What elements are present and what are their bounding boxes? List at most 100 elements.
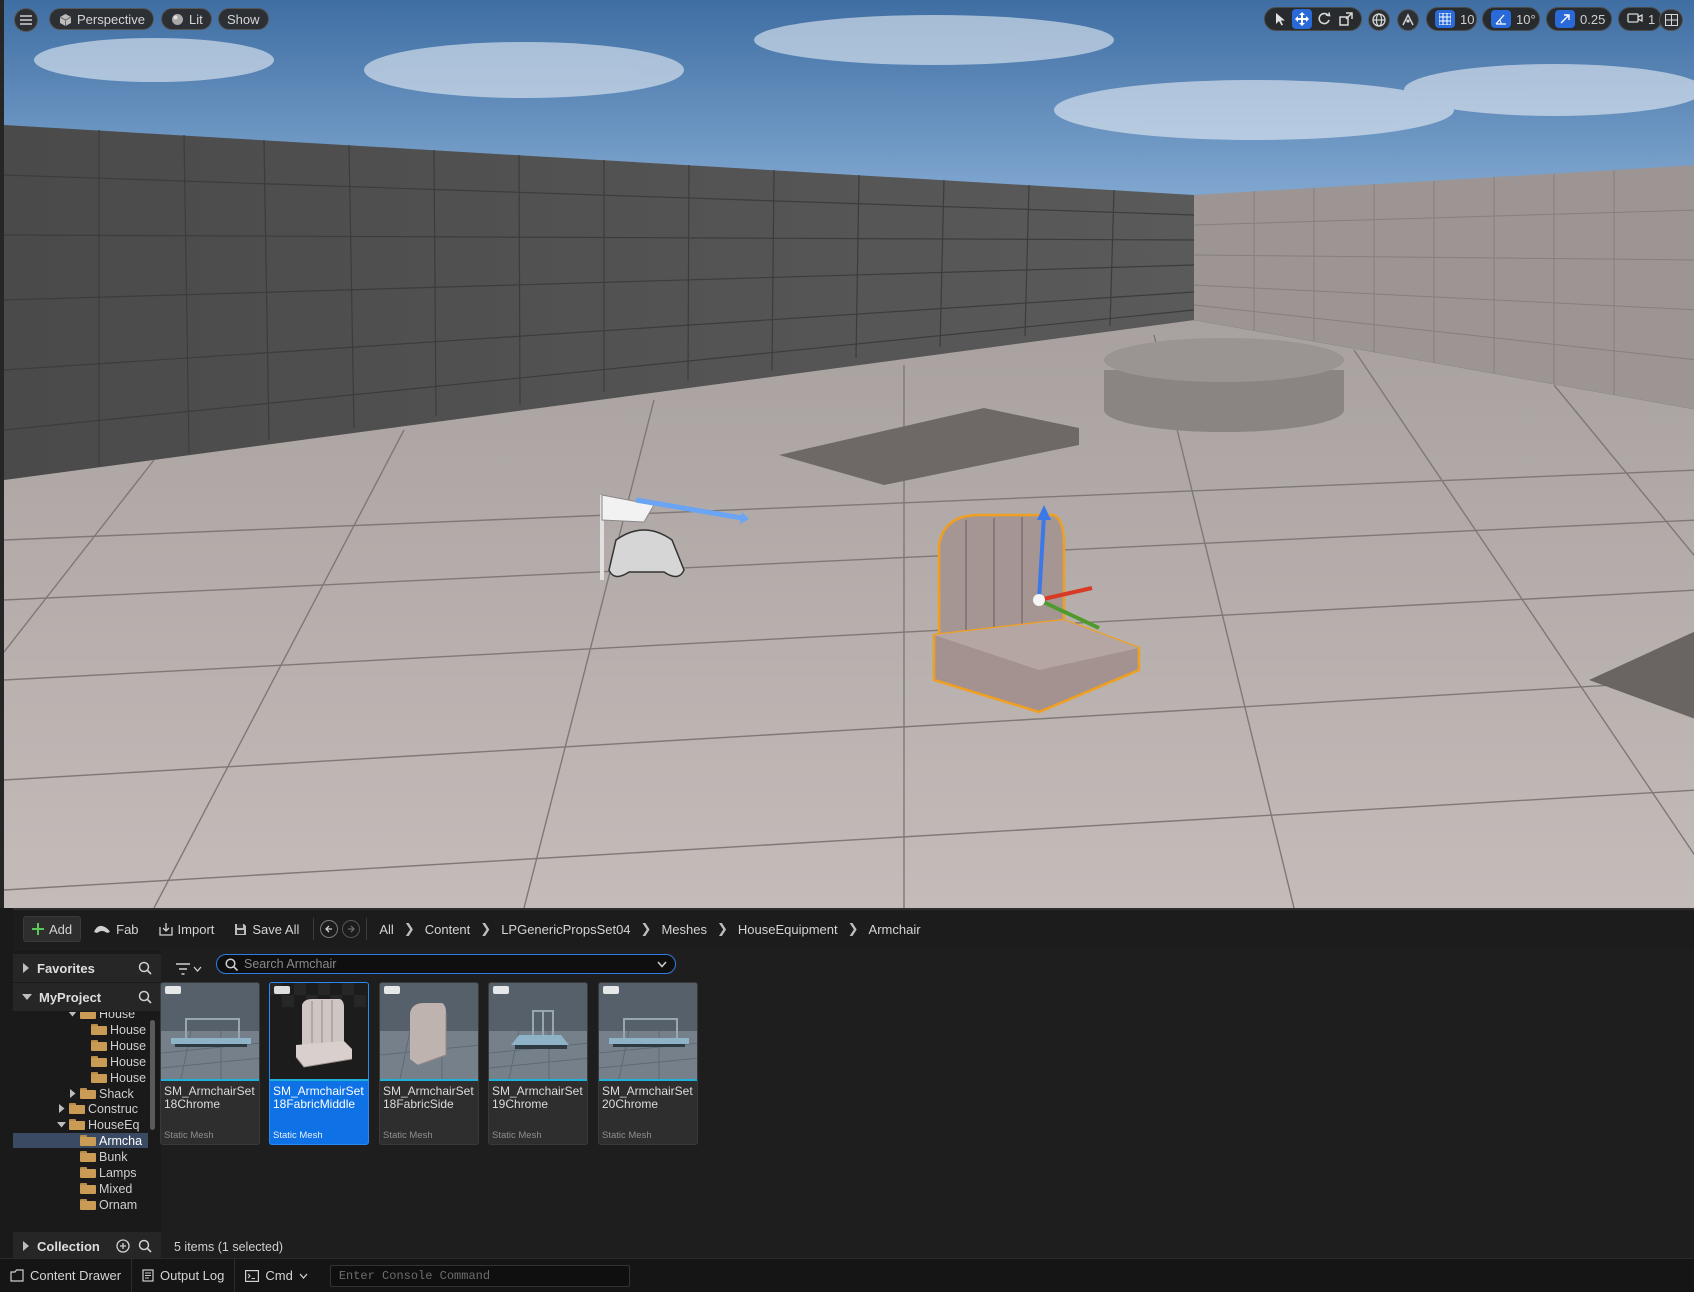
search-icon[interactable] [138, 961, 152, 975]
tree-folder-5[interactable]: Shack [13, 1086, 148, 1101]
select-tool-button[interactable] [1270, 9, 1290, 29]
asset-type: Static Mesh [164, 1130, 214, 1141]
content-drawer-button[interactable]: Content Drawer [0, 1258, 133, 1292]
tree-folder-3[interactable]: House [13, 1054, 148, 1069]
viewport-menu-button[interactable] [14, 8, 38, 32]
asset-type-color-bar [489, 1079, 587, 1081]
tree-folder-1[interactable]: House [13, 1022, 148, 1037]
perspective-button[interactable]: Perspective [49, 8, 154, 30]
cube-icon [58, 12, 72, 26]
breadcrumb-lpgenericpropsset04[interactable]: LPGenericPropsSet04 [501, 922, 630, 937]
scale-icon [1339, 12, 1353, 26]
expand-right-icon[interactable] [57, 1104, 66, 1113]
console-input[interactable] [338, 1268, 629, 1283]
surface-snap-button[interactable] [1397, 9, 1419, 31]
search-icon[interactable] [138, 990, 152, 1004]
add-button[interactable]: Add [23, 916, 82, 942]
rotation-snap-control[interactable]: 10° [1482, 7, 1540, 31]
fab-icon [94, 925, 111, 933]
tree-folder-9[interactable]: Bunk [13, 1149, 148, 1164]
history-forward-button[interactable] [342, 920, 361, 938]
save-all-button[interactable]: Save All [226, 916, 307, 942]
translate-tool-button[interactable] [1292, 9, 1312, 29]
asset-tile[interactable]: SM_ArmchairSet18Chrome Static Mesh [160, 982, 260, 1145]
chevron-down-icon[interactable] [657, 961, 667, 968]
expand-right-icon[interactable] [68, 1089, 77, 1098]
transform-tools [1264, 7, 1362, 31]
filter-button[interactable] [173, 958, 205, 980]
terminal-icon [245, 1269, 260, 1282]
fab-badge-icon [384, 986, 400, 994]
tree-folder-11[interactable]: Mixed [13, 1181, 148, 1196]
expand-down-icon[interactable] [68, 1012, 77, 1018]
expand-down-icon[interactable] [57, 1120, 66, 1129]
rotation-snap-value: 10° [1516, 11, 1536, 27]
project-header[interactable]: MyProject [13, 983, 161, 1011]
breadcrumb-all[interactable]: All [379, 922, 393, 937]
history-back-button[interactable] [320, 920, 339, 938]
log-icon [142, 1269, 154, 1282]
search-input[interactable] [244, 957, 651, 971]
folder-icon [80, 1088, 96, 1099]
world-space-button[interactable] [1368, 9, 1390, 31]
breadcrumb-houseequipment[interactable]: HouseEquipment [738, 922, 838, 937]
chevron-right-icon[interactable]: ❯ [641, 921, 652, 937]
asset-type-color-bar [161, 1079, 259, 1081]
tree-folder-label: Pot [99, 1214, 118, 1215]
lit-button[interactable]: Lit [161, 8, 212, 30]
breadcrumb-armchair[interactable]: Armchair [869, 922, 921, 937]
tree-folder-12[interactable]: Ornam [13, 1197, 148, 1212]
asset-tile[interactable]: SM_ArmchairSet19Chrome Static Mesh [488, 982, 588, 1145]
import-icon [158, 922, 173, 936]
tree-folder-6[interactable]: Construc [13, 1101, 148, 1116]
tree-folder-4[interactable]: House [13, 1070, 148, 1085]
favorites-header[interactable]: Favorites [13, 954, 161, 982]
rotate-tool-button[interactable] [1314, 9, 1334, 29]
hamburger-icon [20, 15, 32, 25]
add-collection-icon[interactable] [116, 1239, 130, 1253]
fab-badge-icon [493, 986, 509, 994]
chevron-right-icon[interactable]: ❯ [848, 921, 859, 937]
search-icon[interactable] [138, 1239, 152, 1253]
collection-header[interactable]: Collection [13, 1232, 161, 1260]
scene-render[interactable] [4, 0, 1694, 908]
tree-folder-label: House [110, 1054, 147, 1069]
tree-folder-0[interactable]: House [13, 1012, 148, 1021]
tree-scrollbar[interactable] [150, 1020, 155, 1130]
console-command-field[interactable] [329, 1264, 630, 1287]
tree-folder-10[interactable]: Lamps [13, 1165, 148, 1180]
viewport-layout-button[interactable] [1659, 9, 1683, 31]
angle-icon [1491, 10, 1511, 28]
scale-tool-button[interactable] [1336, 9, 1356, 29]
expand-down-icon [22, 994, 32, 1000]
folder-icon [69, 1119, 85, 1130]
camera-speed-control[interactable]: 1 [1618, 7, 1662, 31]
content-drawer: Add Fab Import Save All All ❯ Content ❯ … [13, 908, 1694, 1260]
breadcrumb-meshes[interactable]: Meshes [661, 922, 707, 937]
show-button[interactable]: Show [218, 8, 269, 30]
asset-tile[interactable]: SM_ArmchairSet18FabricMiddle Static Mesh [269, 982, 369, 1145]
asset-search[interactable] [216, 954, 676, 974]
arrow-left-icon [325, 925, 333, 933]
folder-icon [80, 1012, 96, 1019]
output-log-button[interactable]: Output Log [132, 1258, 236, 1292]
chevron-right-icon[interactable]: ❯ [480, 921, 491, 937]
level-viewport[interactable]: Perspective Lit Show 10 10° 0.25 1 [0, 0, 1694, 908]
scale-snap-control[interactable]: 0.25 [1546, 7, 1612, 31]
tree-folder-8[interactable]: Armcha [13, 1133, 148, 1148]
breadcrumb-content[interactable]: Content [425, 922, 471, 937]
fab-button[interactable]: Fab [85, 916, 146, 942]
fab-badge-icon [603, 986, 619, 994]
chevron-right-icon[interactable]: ❯ [717, 921, 728, 937]
asset-tile[interactable]: SM_ArmchairSet20Chrome Static Mesh [598, 982, 698, 1145]
cmd-selector[interactable]: Cmd [235, 1259, 317, 1292]
import-button[interactable]: Import [151, 916, 223, 942]
folder-icon [91, 1072, 107, 1083]
tree-folder-7[interactable]: HouseEq [13, 1117, 148, 1132]
tree-folder-13[interactable]: Pot [13, 1213, 148, 1215]
globe-icon [1372, 13, 1386, 27]
tree-folder-2[interactable]: House [13, 1038, 148, 1053]
asset-tile[interactable]: SM_ArmchairSet18FabricSide Static Mesh [379, 982, 479, 1145]
chevron-right-icon[interactable]: ❯ [404, 921, 415, 937]
grid-snap-control[interactable]: 10 [1426, 7, 1477, 31]
